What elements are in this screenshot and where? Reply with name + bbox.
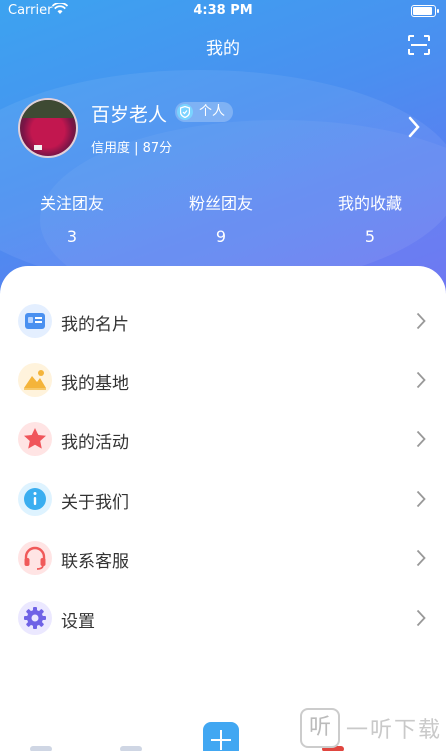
status-bar: Carrier 4:38 PM — [0, 0, 446, 22]
gear-icon — [18, 601, 52, 635]
menu-item-base[interactable]: 我的基地 — [0, 351, 446, 409]
chevron-right-icon — [416, 549, 426, 571]
menu-label: 关于我们 — [61, 493, 129, 513]
shield-icon — [177, 104, 193, 120]
chevron-right-icon — [416, 312, 426, 334]
tab-home-icon[interactable] — [30, 746, 52, 751]
account-type-badge: 个人 — [175, 102, 234, 122]
star-icon — [18, 422, 52, 456]
menu-label: 我的基地 — [61, 374, 129, 394]
watermark-logo: 听 — [299, 708, 340, 748]
stat-label: 我的收藏 — [337, 194, 402, 213]
tab-messages-icon[interactable] — [120, 746, 142, 751]
chevron-right-icon[interactable] — [408, 116, 420, 142]
stat-favorites[interactable]: 我的收藏 5 — [310, 190, 430, 246]
clock: 4:38 PM — [193, 3, 253, 18]
menu-item-customer-service[interactable]: 联系客服 — [0, 529, 446, 587]
badge-label: 个人 — [199, 104, 226, 119]
menu-item-about[interactable]: 关于我们 — [0, 470, 446, 528]
watermark: 听一听下载 — [299, 708, 442, 748]
user-name: 百岁老人 — [91, 104, 168, 126]
chevron-right-icon — [416, 490, 426, 512]
battery-icon — [411, 5, 439, 17]
menu-label: 设置 — [61, 612, 95, 632]
menu-label: 我的名片 — [61, 315, 129, 335]
menu-item-settings[interactable]: 设置 — [0, 589, 446, 647]
chevron-right-icon — [416, 609, 426, 631]
scan-icon[interactable] — [408, 35, 430, 55]
menu-item-business-card[interactable]: 我的名片 — [0, 292, 446, 350]
headset-icon — [18, 541, 52, 575]
stat-following[interactable]: 关注团友 3 — [12, 190, 132, 246]
menu-label: 我的活动 — [61, 433, 129, 453]
chevron-right-icon — [416, 430, 426, 452]
stat-followers[interactable]: 粉丝团友 9 — [161, 190, 281, 246]
chevron-right-icon — [416, 371, 426, 393]
stat-value: 9 — [215, 227, 227, 246]
watermark-text: 一听下载 — [345, 718, 442, 743]
add-button[interactable] — [203, 722, 239, 751]
stat-label: 粉丝团友 — [188, 194, 253, 213]
card-icon — [18, 304, 52, 338]
page-title: 我的 — [206, 39, 240, 59]
profile-header: Carrier 4:38 PM 我的 百岁老人 个人 信用度 | 87分 关注团… — [0, 0, 446, 300]
mountain-icon — [18, 363, 52, 397]
menu-item-activities[interactable]: 我的活动 — [0, 410, 446, 468]
credit-score: 信用度 | 87分 — [91, 141, 173, 156]
menu-label: 联系客服 — [61, 552, 129, 572]
stat-value: 5 — [364, 227, 376, 246]
avatar[interactable] — [18, 98, 78, 158]
stat-value: 3 — [66, 227, 78, 246]
menu-card: 我的名片 我的基地 我的活动 关于我们 联系客服 设置 — [0, 266, 446, 751]
info-icon — [18, 482, 52, 516]
stat-label: 关注团友 — [39, 194, 104, 213]
stats-row: 关注团友 3 粉丝团友 9 我的收藏 5 — [0, 190, 446, 250]
